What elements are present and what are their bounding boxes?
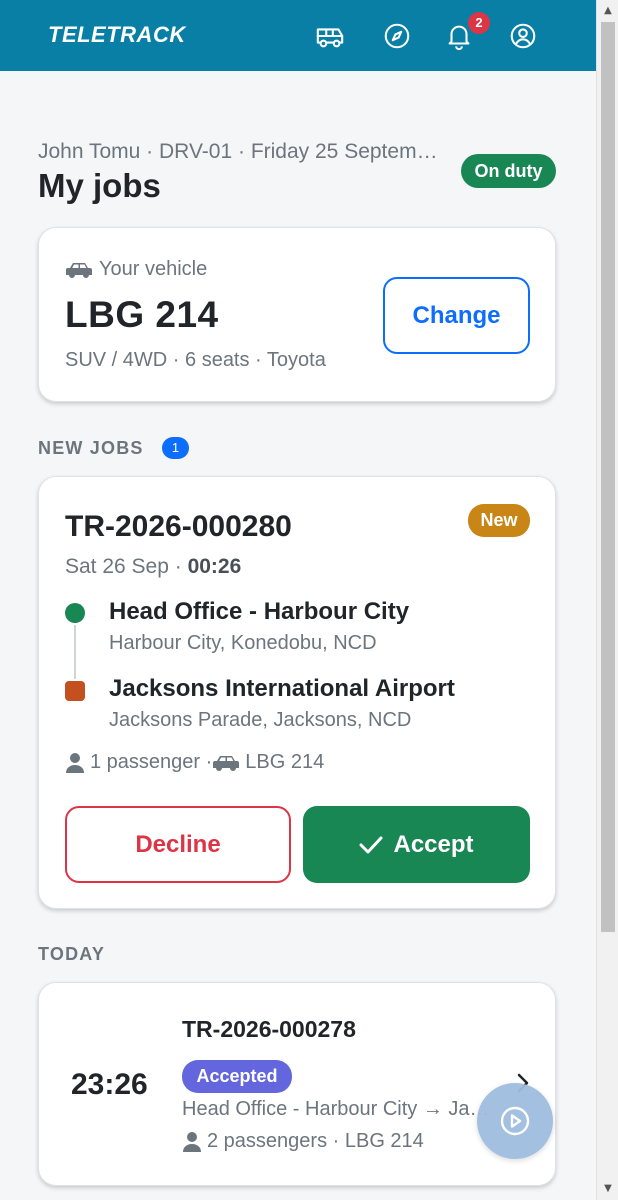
dropoff-name: Jacksons International Airport [109,675,455,702]
new-jobs-count-badge: 1 [162,437,189,459]
app-viewport: TELETRACK 2 John Tomu · DRV-01 · Friday … [0,0,596,1200]
compass-icon[interactable] [380,19,414,53]
scroll-down-arrow-icon[interactable]: ▼ [597,1180,618,1198]
job-vehicle-plate: LBG 214 [245,751,325,773]
car-icon [213,755,240,771]
driver-subtitle: John Tomu · DRV-01 · Friday 25 September [38,140,438,163]
on-duty-badge[interactable]: On duty [461,154,556,188]
vehicle-details: SUV / 4WD · 6 seats · Toyota [65,349,326,371]
checkmark-icon [359,836,383,853]
job-reference: TR-2026-000280 [65,510,292,543]
play-circle-icon [500,1106,530,1136]
today-job-card[interactable]: 23:26 TR-2026-000278 Accepted Head Offic… [38,982,556,1186]
accepted-status-badge: Accepted [182,1060,292,1093]
start-trip-fab[interactable] [477,1083,553,1159]
person-icon [66,752,84,773]
today-job-time: 23:26 [71,1068,148,1101]
top-navbar: TELETRACK 2 [0,0,596,71]
today-heading: TODAY [38,944,106,964]
person-icon [183,1131,201,1152]
decline-button[interactable]: Decline [65,806,291,883]
page-title: My jobs [38,167,161,204]
scroll-up-arrow-icon[interactable]: ▲ [597,2,618,20]
job-time: 00:26 [187,555,242,578]
change-vehicle-button[interactable]: Change [383,277,530,354]
new-status-badge: New [468,504,530,537]
new-job-card[interactable]: TR-2026-000280 New Sat 26 Sep · 00:26 He… [38,476,556,909]
notification-count-badge: 2 [468,12,490,34]
new-jobs-heading: NEW JOBS [38,438,144,458]
today-job-meta: 2 passengers · LBG 214 [182,1130,424,1153]
vehicle-label-text: Your vehicle [99,258,208,280]
vehicle-card: Your vehicle LBG 214 SUV / 4WD · 6 seats… [38,227,556,402]
accept-button[interactable]: Accept [303,806,530,883]
vehicle-plate: LBG 214 [65,294,219,335]
pickup-name: Head Office - Harbour City [109,598,410,625]
job-meta-row: 1 passenger · LBG 214 [65,751,324,774]
vertical-scrollbar[interactable]: ▲ ▼ [596,0,618,1200]
dropoff-address: Jacksons Parade, Jacksons, NCD [109,709,412,731]
route-connector [74,625,76,679]
vehicle-label-row: Your vehicle [65,258,207,281]
app-logo[interactable]: TELETRACK [48,22,186,48]
today-job-reference: TR-2026-000278 [182,1016,356,1042]
today-job-route: Head Office - Harbour City → Jacksons In… [182,1098,492,1120]
van-icon[interactable] [313,19,347,53]
user-circle-icon[interactable] [506,19,540,53]
today-job-meta-text: 2 passengers · LBG 214 [207,1130,424,1152]
accept-button-label: Accept [393,830,474,858]
dropoff-marker-icon [65,681,85,701]
job-date: Sat 26 Sep · [65,555,188,578]
scrollbar-thumb[interactable] [601,22,615,932]
pickup-address: Harbour City, Konedobu, NCD [109,632,377,654]
car-icon [66,262,92,278]
passenger-count: 1 passenger · [90,751,213,773]
job-datetime: Sat 26 Sep · 00:26 [65,555,241,579]
pickup-marker-icon [65,603,85,623]
